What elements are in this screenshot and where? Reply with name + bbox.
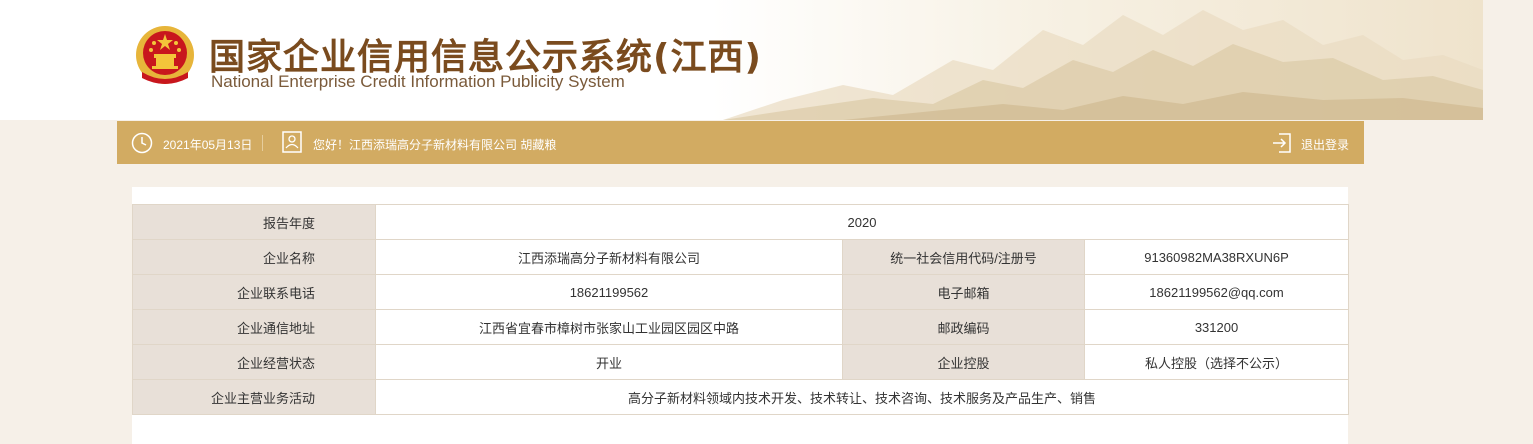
annual-report-table: 报告年度 2020 企业名称 江西添瑞高分子新材料有限公司 统一社会信用代码/注… bbox=[132, 204, 1350, 415]
address-value: 江西省宜春市樟树市张家山工业园区园区中路 bbox=[375, 309, 843, 345]
table-row: 企业主营业务活动 高分子新材料领域内技术开发、技术转让、技术咨询、技术服务及产品… bbox=[132, 379, 1350, 415]
business-label: 企业主营业务活动 bbox=[132, 379, 376, 415]
credit-code-value: 91360982MA38RXUN6P bbox=[1083, 239, 1350, 275]
postcode-value: 331200 bbox=[1083, 309, 1350, 345]
phone-label: 企业联系电话 bbox=[132, 274, 376, 310]
current-date: 2021年05月13日 bbox=[163, 138, 253, 152]
logout-icon[interactable] bbox=[1271, 132, 1293, 154]
table-row: 企业通信地址 江西省宜春市樟树市张家山工业园区园区中路 邮政编码 331200 bbox=[132, 309, 1350, 345]
email-label: 电子邮箱 bbox=[842, 274, 1085, 310]
clock-icon bbox=[131, 132, 153, 154]
user-info-bar: 2021年05月13日 您好！江西添瑞高分子新材料有限公司 胡藏粮 退出登录 bbox=[117, 121, 1364, 164]
user-icon bbox=[282, 131, 302, 153]
national-emblem-icon bbox=[136, 26, 194, 84]
status-value: 开业 bbox=[375, 344, 843, 380]
postcode-label: 邮政编码 bbox=[842, 309, 1085, 345]
company-name-label: 企业名称 bbox=[132, 239, 376, 275]
user-greeting: 您好！江西添瑞高分子新材料有限公司 胡藏粮 bbox=[313, 138, 557, 152]
divider bbox=[262, 135, 263, 151]
phone-value: 18621199562 bbox=[375, 274, 843, 310]
table-row: 企业联系电话 18621199562 电子邮箱 18621199562@qq.c… bbox=[132, 274, 1350, 310]
business-value: 高分子新材料领域内技术开发、技术转让、技术咨询、技术服务及产品生产、销售 bbox=[374, 379, 1350, 415]
report-year-label: 报告年度 bbox=[132, 204, 376, 240]
address-label: 企业通信地址 bbox=[132, 309, 376, 345]
site-header: 国家企业信用信息公示系统(江西) National Enterprise Cre… bbox=[0, 0, 1483, 120]
site-subtitle: National Enterprise Credit Information P… bbox=[211, 72, 625, 91]
mountain-landscape-decoration bbox=[723, 10, 1483, 120]
table-row: 企业名称 江西添瑞高分子新材料有限公司 统一社会信用代码/注册号 9136098… bbox=[132, 239, 1350, 275]
holding-value: 私人控股（选择不公示） bbox=[1083, 344, 1350, 380]
logout-button[interactable]: 退出登录 bbox=[1301, 136, 1349, 153]
report-panel: 报告年度 2020 企业名称 江西添瑞高分子新材料有限公司 统一社会信用代码/注… bbox=[132, 187, 1350, 444]
email-value: 18621199562@qq.com bbox=[1083, 274, 1350, 310]
table-row: 报告年度 2020 bbox=[132, 204, 1350, 240]
status-label: 企业经营状态 bbox=[132, 344, 376, 380]
holding-label: 企业控股 bbox=[842, 344, 1085, 380]
report-year-value: 2020 bbox=[374, 204, 1350, 240]
table-row: 企业经营状态 开业 企业控股 私人控股（选择不公示） bbox=[132, 344, 1350, 380]
credit-code-label: 统一社会信用代码/注册号 bbox=[842, 239, 1085, 275]
company-name-value: 江西添瑞高分子新材料有限公司 bbox=[375, 239, 843, 275]
